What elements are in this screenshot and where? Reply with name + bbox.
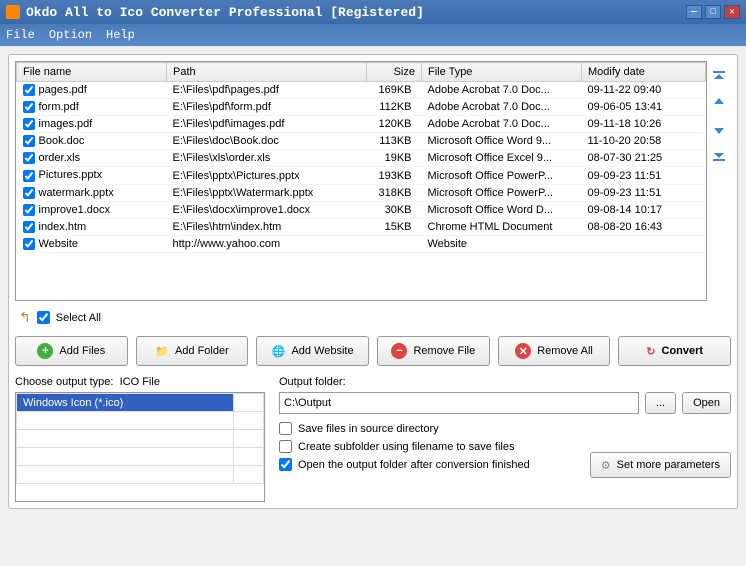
browse-button[interactable]: ...	[645, 392, 676, 414]
file-list[interactable]: File name Path Size File Type Modify dat…	[15, 61, 707, 301]
globe-icon: 🌐	[272, 345, 286, 358]
remove-all-button[interactable]: ✕Remove All	[498, 336, 611, 366]
minimize-button[interactable]: —	[686, 5, 702, 19]
open-after-checkbox[interactable]	[279, 458, 292, 471]
reorder-buttons	[707, 61, 731, 301]
table-row[interactable]: watermark.pptxE:\Files\pptx\Watermark.pp…	[17, 184, 706, 201]
add-folder-button[interactable]: 📁Add Folder	[136, 336, 249, 366]
title-bar: Okdo All to Ico Converter Professional […	[0, 0, 746, 24]
row-checkbox[interactable]	[23, 135, 35, 147]
x-icon: ✕	[515, 343, 531, 359]
output-folder-input[interactable]	[279, 392, 639, 414]
remove-file-button[interactable]: −Remove File	[377, 336, 490, 366]
output-folder-label: Output folder:	[279, 376, 731, 388]
folder-icon: 📁	[155, 345, 169, 358]
table-row[interactable]: Book.docE:\Files\doc\Book.doc113KBMicros…	[17, 133, 706, 150]
convert-button[interactable]: ↻Convert	[618, 336, 731, 366]
convert-icon: ↻	[646, 345, 655, 358]
table-row[interactable]: pages.pdfE:\Files\pdf\pages.pdf169KBAdob…	[17, 82, 706, 99]
table-row[interactable]: Websitehttp://www.yahoo.comWebsite	[17, 235, 706, 252]
move-down-icon[interactable]	[711, 121, 727, 137]
maximize-button[interactable]: □	[705, 5, 721, 19]
col-filename[interactable]: File name	[17, 63, 167, 82]
row-checkbox[interactable]	[23, 84, 35, 96]
output-type-grid[interactable]: Windows Icon (*.ico)	[15, 392, 265, 502]
open-after-label: Open the output folder after conversion …	[298, 459, 530, 471]
select-all-checkbox[interactable]	[37, 311, 50, 324]
app-logo-icon	[6, 5, 20, 19]
row-checkbox[interactable]	[23, 238, 35, 250]
window-title: Okdo All to Ico Converter Professional […	[26, 5, 683, 20]
table-row[interactable]: improve1.docxE:\Files\docx\improve1.docx…	[17, 201, 706, 218]
row-checkbox[interactable]	[23, 170, 35, 182]
plus-icon: +	[37, 343, 53, 359]
minus-icon: −	[391, 343, 407, 359]
row-checkbox[interactable]	[23, 101, 35, 113]
add-website-button[interactable]: 🌐Add Website	[256, 336, 369, 366]
move-up-icon[interactable]	[711, 95, 727, 111]
set-more-parameters-button[interactable]: ⚙Set more parameters	[590, 452, 731, 478]
row-checkbox[interactable]	[23, 204, 35, 216]
row-checkbox[interactable]	[23, 118, 35, 130]
save-source-label: Save files in source directory	[298, 423, 439, 435]
col-modifydate[interactable]: Modify date	[582, 63, 706, 82]
menu-help[interactable]: Help	[106, 28, 135, 42]
save-source-checkbox[interactable]	[279, 422, 292, 435]
row-checkbox[interactable]	[23, 221, 35, 233]
row-checkbox[interactable]	[23, 187, 35, 199]
table-row[interactable]: form.pdfE:\Files\pdf\form.pdf112KBAdobe …	[17, 99, 706, 116]
add-files-button[interactable]: +Add Files	[15, 336, 128, 366]
select-all-label: Select All	[56, 312, 101, 324]
up-arrow-icon: ↰	[19, 309, 31, 326]
table-row[interactable]: Pictures.pptxE:\Files\pptx\Pictures.pptx…	[17, 167, 706, 184]
col-size[interactable]: Size	[367, 63, 422, 82]
row-checkbox[interactable]	[23, 152, 35, 164]
col-filetype[interactable]: File Type	[422, 63, 582, 82]
menu-file[interactable]: File	[6, 28, 35, 42]
create-subfolder-label: Create subfolder using filename to save …	[298, 441, 514, 453]
move-bottom-icon[interactable]	[711, 147, 727, 163]
table-row[interactable]: index.htmE:\Files\htm\index.htm15KBChrom…	[17, 218, 706, 235]
output-type-row[interactable]: Windows Icon (*.ico)	[17, 394, 264, 412]
table-row[interactable]: images.pdfE:\Files\pdf\images.pdf120KBAd…	[17, 116, 706, 133]
menu-bar: File Option Help	[0, 24, 746, 46]
close-button[interactable]: ✕	[724, 5, 740, 19]
output-type-value: ICO File	[120, 376, 160, 388]
open-button[interactable]: Open	[682, 392, 731, 414]
choose-output-label: Choose output type:	[15, 376, 113, 388]
menu-option[interactable]: Option	[49, 28, 92, 42]
table-row[interactable]: order.xlsE:\Files\xls\order.xls19KBMicro…	[17, 150, 706, 167]
move-top-icon[interactable]	[711, 69, 727, 85]
col-path[interactable]: Path	[167, 63, 367, 82]
gear-icon: ⚙	[601, 459, 611, 472]
create-subfolder-checkbox[interactable]	[279, 440, 292, 453]
